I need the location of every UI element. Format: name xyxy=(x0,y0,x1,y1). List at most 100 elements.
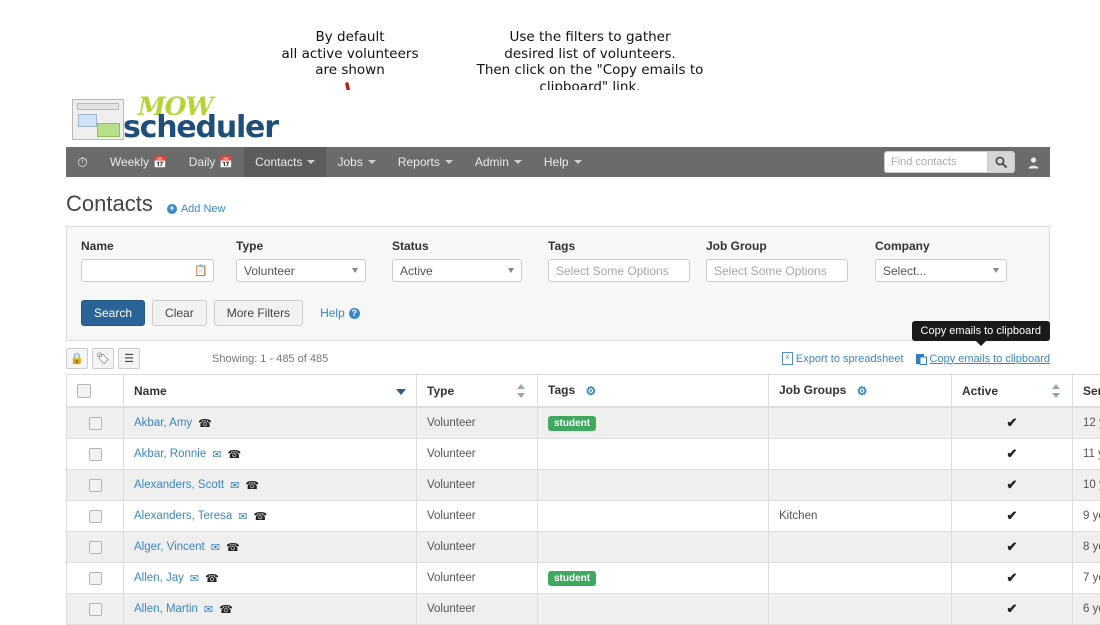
job-group-multiselect[interactable]: Select Some Options xyxy=(706,259,848,282)
row-checkbox[interactable] xyxy=(89,603,102,616)
envelope-icon[interactable]: ✉ xyxy=(212,448,221,461)
envelope-icon[interactable]: ✉ xyxy=(190,572,199,585)
phone-icon[interactable]: ☎ xyxy=(205,572,219,585)
column-header-name[interactable]: Name xyxy=(124,375,417,408)
nav-item-dashboard[interactable]: ⏱ xyxy=(66,147,99,177)
nav-item-admin[interactable]: Admin xyxy=(464,147,533,177)
search-button[interactable]: Search xyxy=(81,300,145,326)
check-icon: ✔ xyxy=(962,446,1062,462)
nav-item-help[interactable]: Help xyxy=(533,147,593,177)
company-select[interactable]: Select... xyxy=(875,259,1007,282)
envelope-icon[interactable]: ✉ xyxy=(204,603,213,616)
chevron-down-icon xyxy=(445,160,453,164)
check-icon: ✔ xyxy=(962,601,1062,617)
nav-item-daily[interactable]: Daily 📅 xyxy=(178,147,244,177)
table-row: Akbar, Ronnie✉☎Volunteer✔11 years xyxy=(67,439,1100,470)
copy-emails-to-clipboard-link[interactable]: Copy emails to clipboard xyxy=(916,353,1050,365)
sort-icon[interactable] xyxy=(517,384,525,398)
search-button[interactable] xyxy=(987,151,1015,173)
lock-icon[interactable]: 🔒 xyxy=(66,348,88,369)
phone-icon[interactable]: ☎ xyxy=(219,603,233,616)
tag-icon[interactable]: 🏷 xyxy=(92,348,114,369)
contact-name-link[interactable]: Alger, Vincent xyxy=(134,541,205,553)
row-checkbox[interactable] xyxy=(89,541,102,554)
phone-icon[interactable]: ☎ xyxy=(227,448,241,461)
nav-item-jobs[interactable]: Jobs xyxy=(326,147,386,177)
table-row: Alexanders, Teresa✉☎VolunteerKitchen✔9 y… xyxy=(67,501,1100,532)
clear-button[interactable]: Clear xyxy=(152,300,207,326)
help-link[interactable]: Help ? xyxy=(320,306,360,320)
contact-name-link[interactable]: Akbar, Amy xyxy=(134,417,192,429)
contact-type-cell: Volunteer xyxy=(417,501,538,532)
contact-name-link[interactable]: Alexanders, Scott xyxy=(134,479,224,491)
contact-card-icon[interactable]: 📋 xyxy=(194,264,208,277)
question-mark-icon: ? xyxy=(349,308,360,319)
contact-type-cell: Volunteer xyxy=(417,470,538,501)
list-icon[interactable]: ☰ xyxy=(118,348,140,369)
phone-icon[interactable]: ☎ xyxy=(253,510,267,523)
contact-name-link[interactable]: Allen, Jay xyxy=(134,572,184,584)
envelope-icon[interactable]: ✉ xyxy=(211,541,220,554)
contact-name-link[interactable]: Alexanders, Teresa xyxy=(134,510,232,522)
row-checkbox[interactable] xyxy=(89,417,102,430)
column-header-active[interactable]: Active xyxy=(952,375,1073,408)
page-title: Contacts xyxy=(66,191,153,217)
user-icon xyxy=(1027,156,1040,169)
chevron-down-icon xyxy=(514,160,522,164)
more-filters-button[interactable]: More Filters xyxy=(214,300,303,326)
contact-name-link[interactable]: Allen, Martin xyxy=(134,603,198,615)
name-input[interactable]: 📋 xyxy=(81,259,214,282)
phone-icon[interactable]: ☎ xyxy=(226,541,240,554)
row-select-cell xyxy=(67,407,124,439)
check-icon: ✔ xyxy=(962,539,1062,555)
gear-icon[interactable]: ⚙ xyxy=(585,384,596,398)
nav-item-contacts[interactable]: Contacts xyxy=(244,147,326,177)
column-header-type[interactable]: Type xyxy=(417,375,538,408)
contact-tags-cell xyxy=(538,532,769,563)
contact-active-cell: ✔ xyxy=(952,407,1073,439)
user-menu-button[interactable] xyxy=(1027,156,1040,169)
contact-name-cell: Alexanders, Teresa ✉ ☎ xyxy=(124,501,417,532)
envelope-icon[interactable]: ✉ xyxy=(230,479,239,492)
status-select[interactable]: Active xyxy=(392,259,522,282)
phone-icon[interactable]: ☎ xyxy=(245,479,259,492)
column-label-active: Active xyxy=(962,384,998,398)
contact-tags-cell xyxy=(538,594,769,625)
nav-item-reports[interactable]: Reports xyxy=(387,147,464,177)
search-input[interactable] xyxy=(884,151,987,173)
tags-multiselect[interactable]: Select Some Options xyxy=(548,259,690,282)
contact-name-link[interactable]: Akbar, Ronnie xyxy=(134,448,206,460)
table-body: Akbar, Amy☎Volunteerstudent✔12 yearsAkba… xyxy=(67,407,1100,625)
nav-item-weekly[interactable]: Weekly 📅 xyxy=(99,147,178,177)
row-select-cell xyxy=(67,594,124,625)
sort-icon[interactable] xyxy=(1052,384,1060,398)
row-checkbox[interactable] xyxy=(89,572,102,585)
contact-service-cell: 6 years xyxy=(1073,594,1100,625)
contact-job-groups-cell xyxy=(769,439,952,470)
row-checkbox[interactable] xyxy=(89,448,102,461)
contact-type-cell: Volunteer xyxy=(417,439,538,470)
contact-name-cell: Alexanders, Scott ✉ ☎ xyxy=(124,470,417,501)
envelope-icon[interactable]: ✉ xyxy=(238,510,247,523)
contact-name-cell: Alger, Vincent ✉ ☎ xyxy=(124,532,417,563)
export-to-spreadsheet-link[interactable]: x Export to spreadsheet xyxy=(782,352,904,365)
row-checkbox[interactable] xyxy=(89,510,102,523)
row-checkbox[interactable] xyxy=(89,479,102,492)
export-link-label: Export to spreadsheet xyxy=(796,353,904,365)
table-row: Akbar, Amy☎Volunteerstudent✔12 years xyxy=(67,407,1100,439)
page-header: Contacts + Add New xyxy=(66,177,1050,226)
add-new-button[interactable]: + Add New xyxy=(167,203,226,215)
copy-emails-link-label: Copy emails to clipboard xyxy=(930,353,1050,365)
chevron-down-icon xyxy=(307,160,315,164)
sort-descending-icon[interactable] xyxy=(396,389,406,395)
column-label-name: Name xyxy=(134,384,167,398)
contact-tags-cell: student xyxy=(538,563,769,594)
chevron-down-icon xyxy=(368,160,376,164)
gear-icon[interactable]: ⚙ xyxy=(857,384,868,398)
nav-item-label: Jobs xyxy=(337,155,362,169)
select-all-checkbox[interactable] xyxy=(77,384,91,398)
phone-icon[interactable]: ☎ xyxy=(198,417,212,430)
type-select[interactable]: Volunteer xyxy=(236,259,366,282)
column-header-service[interactable]: Service xyxy=(1073,375,1100,408)
filter-label-job-group: Job Group xyxy=(706,239,848,253)
